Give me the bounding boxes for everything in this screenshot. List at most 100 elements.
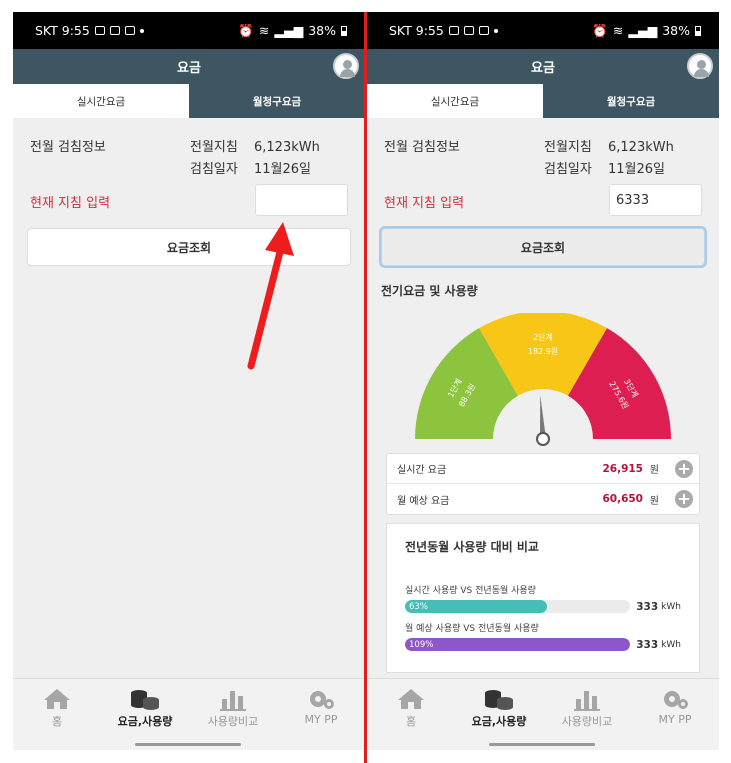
app-bar: 요금	[367, 49, 719, 84]
bottom-nav: 홈 요금,사용량 사용량비교 MY PP	[367, 678, 719, 750]
tab-realtime-fee[interactable]: 실시간요금	[13, 84, 189, 118]
compare-label-realtime: 실시간 사용량 VS 전년동월 사용량	[405, 586, 536, 596]
progress-track: 63%	[405, 600, 631, 613]
carrier-time: SKT 9:55	[35, 23, 90, 38]
bar-chart-icon	[216, 685, 250, 711]
compare-value: 333	[636, 638, 659, 651]
fee-summary: 실시간 요금 26,915 원 + 월 예상 요금 60,650 원 +	[386, 453, 700, 515]
carrier-time: SKT 9:55	[389, 23, 444, 38]
more-dot-icon	[139, 28, 144, 33]
phone-after: SKT 9:55 ⏰ ≋ ▂▄▆ 38% 요금 실시간요금 월청구요금 전월 검…	[367, 12, 719, 750]
nav-my-pp[interactable]: MY PP	[631, 679, 719, 750]
signal-icon: ▂▄▆	[628, 23, 658, 38]
fee-query-button[interactable]: 요금조회	[27, 228, 351, 266]
home-icon	[40, 685, 74, 711]
gear-icon	[658, 685, 692, 711]
signal-icon: ▂▄▆	[274, 23, 304, 38]
page-title: 요금	[177, 61, 201, 76]
prev-reading-label: 전월지침	[190, 140, 238, 155]
status-bar: SKT 9:55 ⏰ ≋ ▂▄▆ 38%	[13, 12, 365, 49]
gallery-icon	[448, 26, 459, 35]
compare-value: 333	[636, 600, 659, 613]
yoy-compare-card: 전년동월 사용량 대비 비교 실시간 사용량 VS 전년동월 사용량 63% 3…	[386, 523, 700, 673]
fee-value: 26,915	[602, 462, 643, 475]
vpn-icon	[124, 26, 135, 35]
progress-track: 109%	[405, 638, 631, 651]
alarm-icon: ⏰	[238, 22, 254, 38]
nav-fee-usage[interactable]: 요금,사용량	[455, 679, 543, 750]
fee-unit: 원	[649, 465, 659, 476]
tab-realtime-fee[interactable]: 실시간요금	[367, 84, 543, 118]
reading-date-value: 11월26일	[608, 162, 666, 177]
fee-unit: 원	[649, 495, 659, 507]
nav-fee-usage[interactable]: 요금,사용량	[101, 679, 189, 750]
wifi-icon: ≋	[612, 23, 624, 38]
meter-info-label: 전월 검침정보	[30, 140, 106, 155]
tier-gauge: 1단계 88.3원 2단계 182.9원 3단계 275.6원	[381, 311, 705, 453]
nav-home[interactable]: 홈	[13, 679, 101, 750]
wifi-icon: ≋	[258, 23, 270, 38]
tab-monthly-bill[interactable]: 월청구요금	[189, 84, 365, 118]
fee-label: 월 예상 요금	[397, 495, 450, 507]
bottom-nav: 홈 요금,사용량 사용량비교 MY PP	[13, 678, 365, 750]
nav-my-pp[interactable]: MY PP	[277, 679, 365, 750]
battery-icon	[341, 25, 347, 36]
compare-title: 전년동월 사용량 대비 비교	[405, 540, 539, 554]
gallery-icon	[94, 26, 105, 35]
prev-reading-value: 6,123kWh	[608, 140, 674, 155]
fee-label: 실시간 요금	[397, 465, 447, 476]
progress-fill-realtime: 63%	[405, 600, 547, 613]
battery-level: 38%	[308, 23, 336, 38]
fee-value: 60,650	[602, 493, 643, 505]
alarm-icon: ⏰	[592, 22, 608, 38]
comparison-screenshot: SKT 9:55 ⏰ ≋ ▂▄▆ 38% 요금 실시간요금 월청구요금 전월 검…	[0, 0, 731, 763]
battery-icon	[695, 25, 701, 36]
meter-info-label: 전월 검침정보	[384, 140, 460, 155]
gauge-tier-rate: 182.9원	[528, 347, 558, 356]
meter-info: 전월 검침정보 전월지침 6,123kWh 검침일자 11월26일	[27, 130, 351, 180]
compare-label-monthly: 월 예상 사용량 VS 전년동월 사용량	[405, 624, 539, 634]
vpn-icon	[478, 26, 489, 35]
gear-icon	[304, 685, 338, 711]
tab-monthly-bill[interactable]: 월청구요금	[543, 84, 719, 118]
message-icon	[109, 26, 120, 35]
gauge-hub	[536, 432, 550, 446]
status-bar: SKT 9:55 ⏰ ≋ ▂▄▆ 38%	[367, 12, 719, 49]
compare-unit: kWh	[661, 639, 681, 650]
reading-date-label: 검침일자	[190, 162, 238, 177]
tab-bar: 실시간요금 월청구요금	[367, 84, 719, 118]
more-dot-icon	[493, 28, 498, 33]
coins-icon	[128, 685, 162, 711]
plus-icon[interactable]: +	[675, 460, 693, 478]
nav-usage-compare[interactable]: 사용량비교	[543, 679, 631, 750]
prev-reading-value: 6,123kWh	[254, 140, 320, 155]
fee-query-button[interactable]: 요금조회	[381, 228, 705, 266]
fee-row-realtime: 실시간 요금 26,915 원 +	[387, 454, 699, 484]
gauge-svg: 1단계88.3원2단계182.9원3단계275.6원	[415, 311, 671, 446]
current-reading-input[interactable]: 6333	[609, 184, 702, 216]
fee-row-monthly: 월 예상 요금 60,650 원 +	[387, 484, 699, 514]
home-indicator	[135, 743, 241, 746]
current-reading-input[interactable]	[255, 184, 348, 216]
reading-date-label: 검침일자	[544, 162, 592, 177]
current-reading-label: 현재 지침 입력	[30, 196, 111, 211]
progress-fill-monthly: 109%	[405, 638, 631, 651]
current-reading-label: 현재 지침 입력	[384, 196, 465, 211]
usage-section-title: 전기요금 및 사용량	[381, 284, 478, 298]
nav-usage-compare[interactable]: 사용량비교	[189, 679, 277, 750]
plus-icon[interactable]: +	[675, 490, 693, 508]
gauge-tier-name: 2단계	[533, 332, 553, 342]
nav-home[interactable]: 홈	[367, 679, 455, 750]
avatar-icon[interactable]	[333, 53, 359, 79]
battery-level: 38%	[662, 23, 690, 38]
phone-before: SKT 9:55 ⏰ ≋ ▂▄▆ 38% 요금 실시간요금 월청구요금 전월 검…	[13, 12, 365, 750]
compare-unit: kWh	[661, 601, 681, 612]
app-bar: 요금	[13, 49, 365, 84]
home-icon	[394, 685, 428, 711]
meter-info: 전월 검침정보 전월지침 6,123kWh 검침일자 11월26일	[381, 130, 705, 180]
avatar-icon[interactable]	[687, 53, 713, 79]
home-indicator	[489, 743, 595, 746]
tab-bar: 실시간요금 월청구요금	[13, 84, 365, 118]
message-icon	[463, 26, 474, 35]
reading-date-value: 11월26일	[254, 162, 312, 177]
